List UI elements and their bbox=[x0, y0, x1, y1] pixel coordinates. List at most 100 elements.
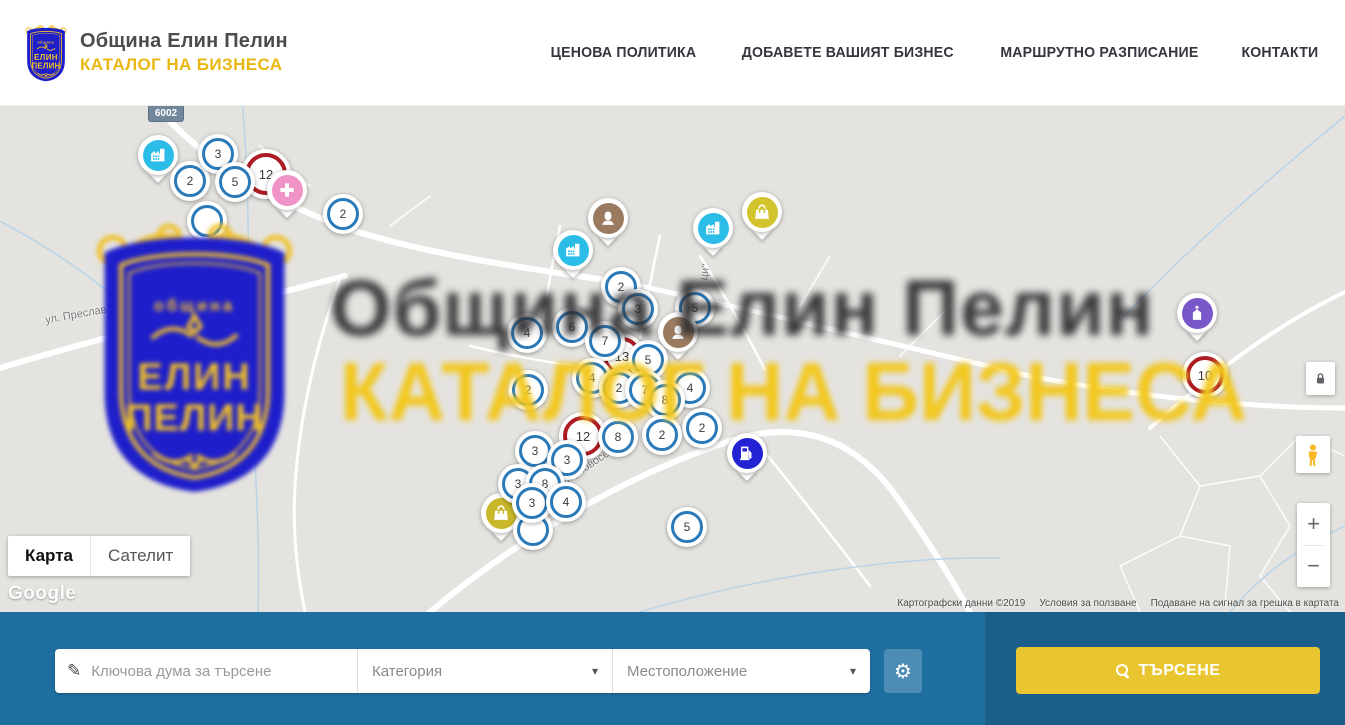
lock-control-button[interactable] bbox=[1306, 362, 1335, 395]
cluster-count: 3 bbox=[564, 453, 571, 467]
shopping-bag-icon bbox=[747, 197, 778, 228]
cluster-count: 4 bbox=[563, 495, 570, 509]
category-select-value: Категория bbox=[372, 663, 442, 680]
cluster-marker[interactable]: 2 bbox=[642, 415, 682, 455]
cluster-count: 2 bbox=[525, 383, 532, 397]
cluster-marker[interactable]: 5 bbox=[667, 507, 707, 547]
pin-body bbox=[267, 170, 307, 210]
cluster-marker[interactable]: 4 bbox=[546, 482, 586, 522]
church-icon bbox=[1182, 298, 1213, 329]
cluster-marker[interactable] bbox=[187, 201, 227, 241]
cluster-count: 2 bbox=[659, 428, 666, 442]
google-logo[interactable]: Google bbox=[8, 583, 76, 605]
gear-icon: ⚙ bbox=[894, 661, 912, 681]
cluster-count: 2 bbox=[618, 280, 625, 294]
cluster-marker[interactable]: 7 bbox=[585, 321, 625, 361]
cluster-count: 10 bbox=[1198, 368, 1212, 383]
keyword-search-input[interactable] bbox=[91, 663, 345, 680]
map-canvas[interactable]: 6002 ул. Преславбул. „Новоселци" 2312522… bbox=[0, 106, 1345, 612]
worker-icon bbox=[663, 317, 694, 348]
cluster-count: 2 bbox=[699, 421, 706, 435]
worker-icon bbox=[593, 203, 624, 234]
medical-cross-pin-marker[interactable] bbox=[267, 170, 307, 218]
main-nav: ЦЕНОВА ПОЛИТИКА ДОБАВЕТЕ ВАШИЯТ БИЗНЕС М… bbox=[546, 44, 1321, 61]
cluster-marker[interactable]: 3 bbox=[618, 289, 658, 329]
cluster-count: 7 bbox=[602, 334, 609, 348]
pin-body bbox=[138, 135, 178, 175]
zoom-out-button[interactable]: − bbox=[1297, 546, 1330, 587]
cluster-count: 3 bbox=[532, 444, 539, 458]
cluster-count: 2 bbox=[340, 207, 347, 221]
report-map-error-link[interactable]: Подаване на сигнал за грешка в картата bbox=[1151, 598, 1339, 609]
site-subtitle: КАТАЛОГ НА БИЗНЕСА bbox=[80, 55, 288, 75]
shopping-bag-pin-marker[interactable] bbox=[742, 192, 782, 240]
search-button-label: ТЪРСЕНЕ bbox=[1139, 662, 1221, 680]
header: Община Елин Пелин КАТАЛОГ НА БИЗНЕСА ЦЕН… bbox=[0, 0, 1345, 106]
factory-icon bbox=[143, 140, 174, 171]
terms-of-use-link[interactable]: Условия за ползване bbox=[1039, 598, 1136, 609]
cluster-count: 3 bbox=[215, 147, 222, 161]
fuel-pump-pin-marker[interactable] bbox=[727, 433, 767, 481]
location-select[interactable]: Местоположение ▾ bbox=[612, 649, 870, 693]
cluster-marker[interactable]: 2 bbox=[508, 370, 548, 410]
factory-pin-marker[interactable] bbox=[553, 230, 593, 278]
nav-add-business[interactable]: ДОБАВЕТЕ ВАШИЯТ БИЗНЕС bbox=[742, 44, 954, 61]
cluster-marker[interactable]: 8 bbox=[645, 380, 685, 420]
factory-icon bbox=[558, 235, 589, 266]
zoom-in-button[interactable]: + bbox=[1297, 504, 1330, 545]
factory-pin-marker[interactable] bbox=[693, 208, 733, 256]
cluster-count: 2 bbox=[187, 174, 194, 188]
church-pin-marker[interactable] bbox=[1177, 293, 1217, 341]
fuel-pump-icon bbox=[732, 438, 763, 469]
cluster-ring bbox=[191, 205, 223, 237]
category-select[interactable]: Категория ▾ bbox=[357, 649, 612, 693]
keyword-field-wrap: ✎ bbox=[55, 649, 357, 693]
lock-icon bbox=[1312, 370, 1329, 387]
brand-logo[interactable]: Община Елин Пелин КАТАЛОГ НА БИЗНЕСА bbox=[22, 23, 288, 83]
pin-body bbox=[727, 433, 767, 473]
pin-body bbox=[1177, 293, 1217, 333]
pegman-icon bbox=[1301, 442, 1325, 468]
cluster-marker[interactable]: 4 bbox=[507, 313, 547, 353]
map-data-copyright: Картографски данни ©2019 bbox=[897, 598, 1025, 609]
location-select-value: Местоположение bbox=[627, 663, 747, 680]
factory-icon bbox=[698, 213, 729, 244]
cluster-count: 8 bbox=[615, 430, 622, 444]
cluster-count: 4 bbox=[589, 371, 596, 385]
cluster-count: 3 bbox=[529, 496, 536, 510]
pin-body bbox=[553, 230, 593, 270]
pin-body bbox=[658, 312, 698, 352]
pin-body bbox=[693, 208, 733, 248]
nav-route-schedule[interactable]: МАРШРУТНО РАЗПИСАНИЕ bbox=[1001, 44, 1199, 61]
pin-body bbox=[742, 192, 782, 232]
cluster-marker[interactable]: 8 bbox=[598, 417, 638, 457]
cluster-marker[interactable]: 2 bbox=[323, 194, 363, 234]
nav-pricing-policy[interactable]: ЦЕНОВА ПОЛИТИКА bbox=[551, 44, 697, 61]
worker-pin-marker[interactable] bbox=[588, 198, 628, 246]
cluster-marker[interactable]: 2 bbox=[682, 408, 722, 448]
map-type-control: Карта Сателит bbox=[8, 536, 190, 576]
nav-contacts[interactable]: КОНТАКТИ bbox=[1242, 44, 1319, 61]
cluster-count: 6 bbox=[569, 320, 576, 334]
municipality-crest-icon bbox=[22, 23, 70, 83]
search-bar: ✎ Категория ▾ Местоположение ▾ ⚙ ТЪРСЕНЕ bbox=[0, 612, 1345, 725]
search-form: ✎ Категория ▾ Местоположение ▾ bbox=[55, 649, 870, 693]
search-submit-button[interactable]: ТЪРСЕНЕ bbox=[1016, 647, 1320, 694]
map-type-map-button[interactable]: Карта bbox=[8, 536, 90, 576]
medical-cross-icon bbox=[272, 175, 303, 206]
map-type-satellite-button[interactable]: Сателит bbox=[90, 536, 190, 576]
pin-body bbox=[588, 198, 628, 238]
cluster-count: 5 bbox=[645, 353, 652, 367]
cluster-count: 3 bbox=[635, 302, 642, 316]
advanced-settings-button[interactable]: ⚙ bbox=[884, 649, 922, 693]
cluster-count: 4 bbox=[524, 326, 531, 340]
zoom-control: + − bbox=[1297, 503, 1330, 587]
search-icon bbox=[1116, 664, 1129, 677]
cluster-marker[interactable]: 5 bbox=[215, 162, 255, 202]
cluster-marker[interactable]: 10 bbox=[1182, 352, 1228, 398]
cluster-count: 2 bbox=[616, 381, 623, 395]
map-attribution: Картографски данни ©2019 Условия за полз… bbox=[897, 598, 1339, 609]
street-view-pegman-button[interactable] bbox=[1296, 436, 1330, 473]
cluster-count: 5 bbox=[684, 520, 691, 534]
chevron-down-icon: ▾ bbox=[850, 664, 856, 678]
